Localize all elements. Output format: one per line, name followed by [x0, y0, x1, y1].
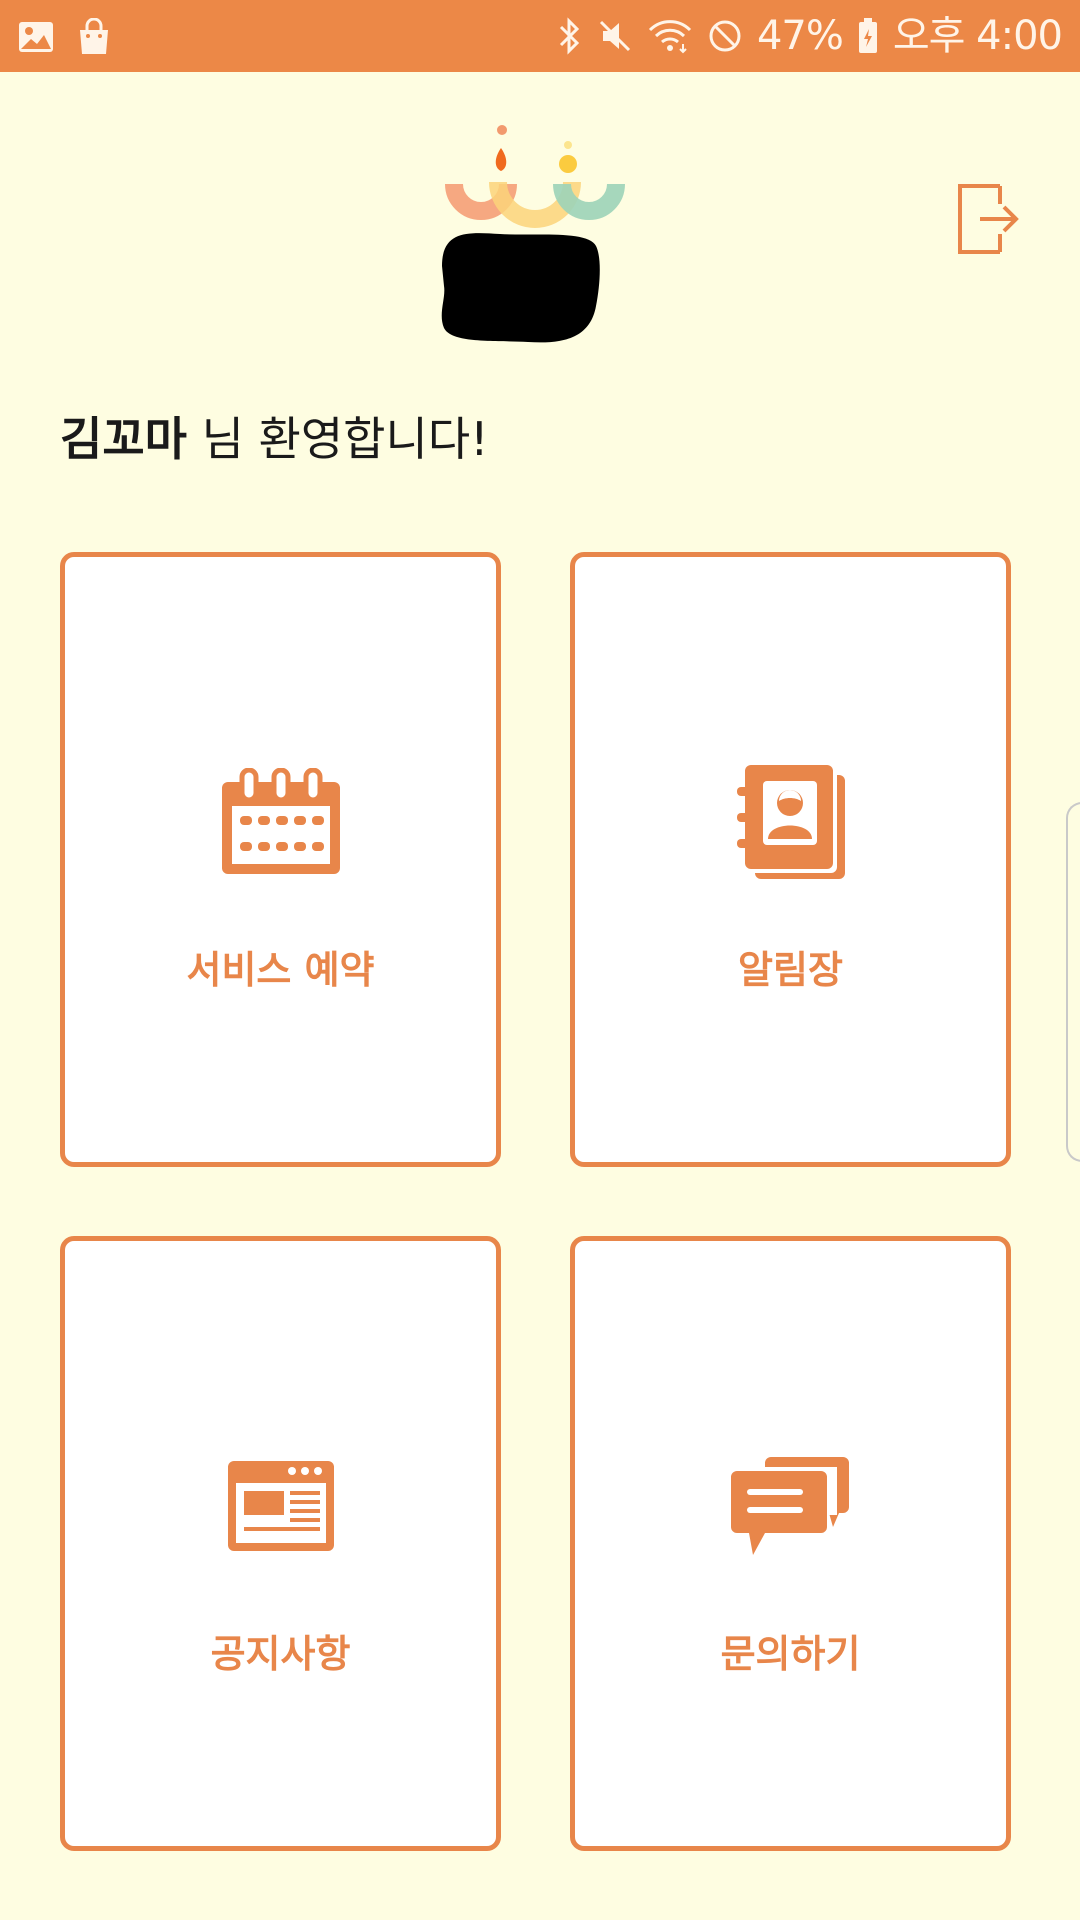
notice-book-label: 알림장 — [738, 948, 843, 992]
chat-bubbles-icon — [726, 1446, 856, 1566]
do-not-disturb-icon — [707, 18, 743, 54]
wifi-icon — [647, 18, 693, 54]
gallery-icon — [18, 21, 54, 53]
service-reservation-label: 서비스 예약 — [186, 948, 375, 992]
user-name: 김꼬마 — [60, 412, 187, 466]
calendar-icon — [216, 762, 346, 882]
announcements-label: 공지사항 — [210, 1632, 351, 1676]
clock: 오후 4:00 — [892, 13, 1063, 59]
inquiry-label: 문의하기 — [720, 1632, 861, 1676]
shopping-bag-icon — [76, 18, 112, 56]
inquiry-card[interactable]: 문의하기 — [570, 1236, 1011, 1851]
mute-icon — [597, 18, 633, 54]
edge-panel-handle[interactable] — [1066, 802, 1080, 1162]
contact-book-icon — [726, 762, 856, 882]
news-browser-icon — [216, 1446, 346, 1566]
welcome-text: 님 환영합니다! — [186, 412, 489, 466]
logout-icon — [958, 184, 1019, 254]
battery-percent: 47% — [756, 13, 844, 59]
logout-button[interactable] — [952, 180, 1032, 260]
app-logo — [440, 118, 630, 358]
status-bar: 47% 오후 4:00 — [0, 0, 1080, 72]
welcome-message: 김꼬마 님 환영합니다! — [60, 403, 489, 469]
announcements-card[interactable]: 공지사항 — [60, 1236, 501, 1851]
battery-icon — [857, 17, 879, 55]
bluetooth-icon — [557, 16, 583, 56]
notice-book-card[interactable]: 알림장 — [570, 552, 1011, 1167]
service-reservation-card[interactable]: 서비스 예약 — [60, 552, 501, 1167]
